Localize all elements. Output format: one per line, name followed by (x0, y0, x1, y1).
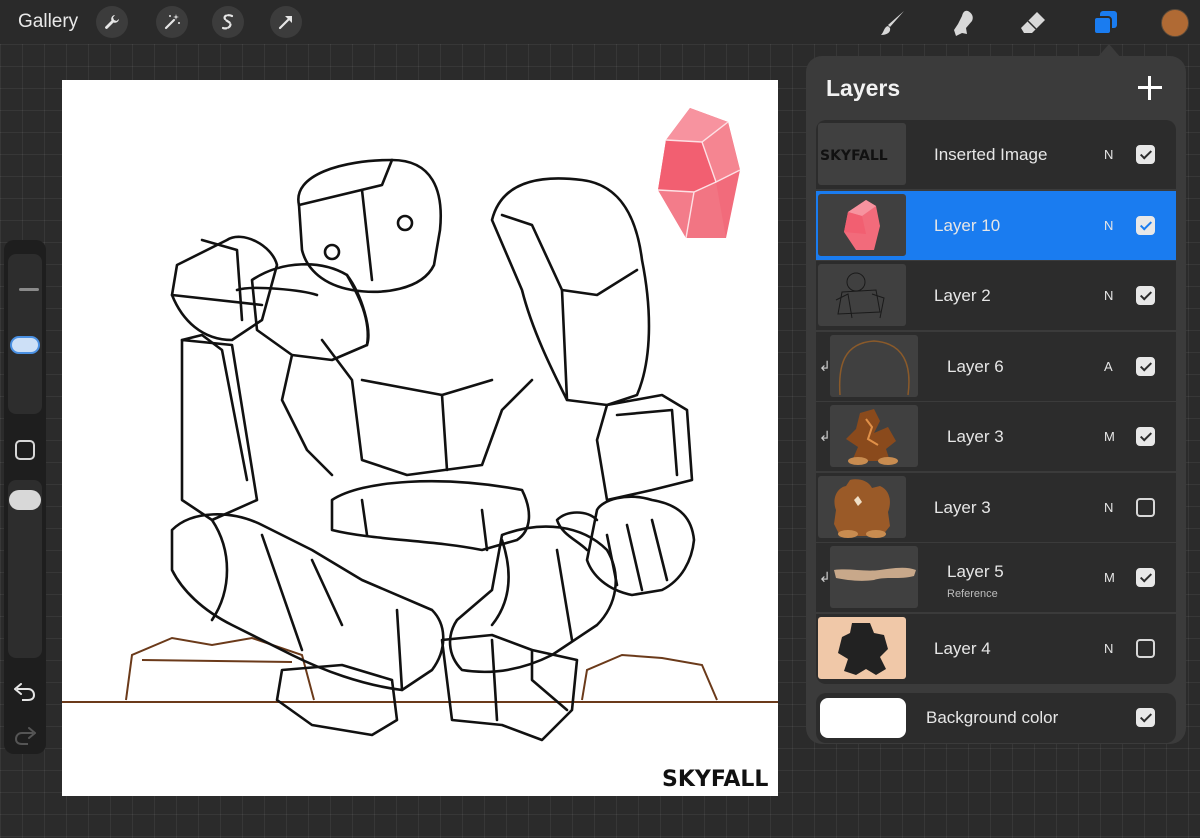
visibility-checkbox[interactable] (1136, 708, 1155, 727)
clipping-mask-icon: ↲ (819, 357, 831, 374)
layer-thumbnail (818, 193, 906, 256)
layer-name: Layer 10 (934, 215, 1001, 235)
layer-thumbnail (830, 334, 918, 397)
layers-icon[interactable] (1088, 6, 1122, 40)
top-toolbar: Gallery (0, 0, 1200, 44)
visibility-checkbox[interactable] (1136, 568, 1155, 587)
opacity-handle[interactable] (9, 490, 41, 510)
layer-thumbnail (830, 546, 918, 608)
drawing-canvas[interactable]: SKYFALL (62, 80, 778, 796)
layer-row[interactable]: ↲ Layer 3 M (816, 402, 1176, 472)
layer-name: Layer 3 (934, 497, 991, 517)
layers-title: Layers (826, 75, 901, 101)
left-sidebar (4, 240, 46, 754)
layer-thumbnail (818, 616, 906, 679)
visibility-checkbox[interactable] (1136, 356, 1155, 376)
selection-s-icon[interactable] (212, 6, 244, 38)
layer-row[interactable]: ↲ Layer 5 Reference M (816, 543, 1176, 613)
slider-tick (19, 288, 39, 291)
visibility-checkbox[interactable] (1136, 497, 1155, 517)
layer-thumbnail (818, 264, 906, 326)
layer-row[interactable]: SKYFALL Inserted Image N (816, 120, 1176, 190)
layer-name: Layer 5 (947, 562, 1004, 581)
brush-size-slider[interactable] (8, 254, 42, 414)
layer-row[interactable]: Layer 2 N (816, 261, 1176, 331)
eraser-icon[interactable] (1016, 6, 1050, 40)
redo-icon[interactable] (13, 724, 37, 748)
layer-thumbnail: SKYFALL (818, 123, 906, 185)
layer-name: Layer 2 (934, 286, 991, 305)
blend-mode[interactable]: N (1104, 218, 1113, 233)
brush-size-handle[interactable] (10, 336, 40, 354)
blend-mode[interactable]: M (1104, 429, 1115, 444)
smudge-icon[interactable] (946, 6, 980, 40)
color-picker-swatch[interactable] (1161, 9, 1189, 37)
wrench-icon[interactable] (96, 6, 128, 38)
magic-wand-icon[interactable] (156, 6, 188, 38)
layer-list: SKYFALL Inserted Image N Layer 10 N Laye… (816, 120, 1176, 684)
layer-name: Inserted Image (934, 145, 1048, 164)
blend-mode[interactable]: N (1104, 288, 1113, 303)
blend-mode[interactable]: A (1104, 359, 1113, 374)
visibility-checkbox[interactable] (1136, 286, 1155, 305)
blend-mode[interactable]: N (1104, 500, 1113, 515)
layers-panel: Layers SKYFALL Inserted Image N Layer 10 (806, 56, 1186, 744)
layer-thumbnail (830, 405, 918, 467)
blend-mode[interactable]: N (1104, 147, 1113, 162)
background-color-swatch[interactable] (820, 698, 906, 738)
brush-icon[interactable] (876, 6, 910, 40)
blend-mode[interactable]: N (1104, 641, 1113, 656)
layer-row[interactable]: ↲ Layer 6 A (816, 331, 1176, 402)
thumb-text: SKYFALL (820, 148, 888, 164)
visibility-checkbox[interactable] (1136, 215, 1155, 235)
modify-square-icon[interactable] (15, 440, 35, 460)
layer-row[interactable]: Layer 3 N (816, 472, 1176, 543)
clipping-mask-icon: ↲ (819, 569, 831, 585)
signature-text: SKYFALL (662, 767, 768, 792)
blend-mode[interactable]: M (1104, 570, 1115, 585)
plus-icon[interactable] (1136, 74, 1164, 102)
background-color-label: Background color (926, 708, 1059, 727)
visibility-checkbox[interactable] (1136, 145, 1155, 164)
layer-subtitle: Reference (947, 588, 998, 600)
layer-name: Layer 4 (934, 638, 991, 658)
clipping-mask-icon: ↲ (819, 428, 831, 444)
transform-arrow-icon[interactable] (270, 6, 302, 38)
artwork: SKYFALL (62, 108, 778, 792)
layer-row[interactable]: Layer 10 N (816, 190, 1176, 261)
layer-name: Layer 6 (947, 356, 1004, 376)
background-color-row[interactable]: Background color (816, 693, 1176, 743)
layer-thumbnail (818, 475, 906, 538)
undo-icon[interactable] (13, 680, 37, 704)
layer-name: Layer 3 (947, 427, 1004, 446)
gallery-button[interactable]: Gallery (18, 11, 78, 33)
visibility-checkbox[interactable] (1136, 638, 1155, 658)
layer-row[interactable]: Layer 4 N (816, 613, 1176, 684)
visibility-checkbox[interactable] (1136, 427, 1155, 446)
